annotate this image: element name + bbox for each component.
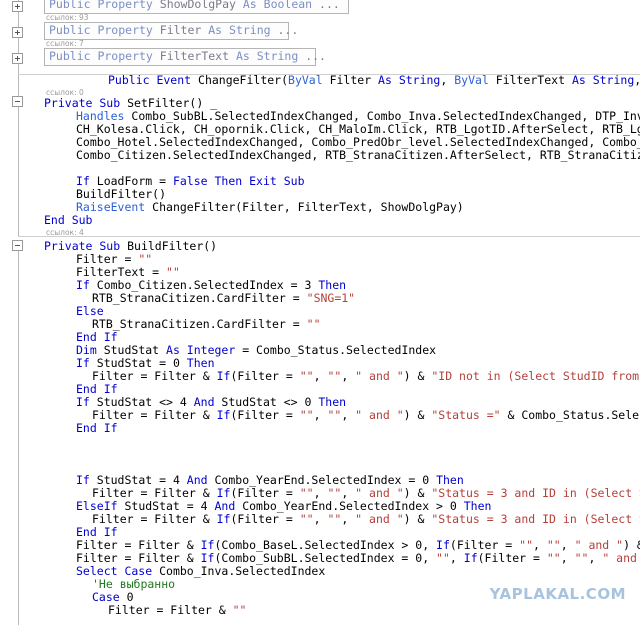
expand-region-icon[interactable]	[12, 53, 23, 64]
code-surface[interactable]: Public Property ShowDolgPay As Boolean .…	[18, 0, 640, 625]
code-lens-reference-count[interactable]: ссылок: 4	[46, 228, 84, 237]
code-line[interactable]: Filter = Filter & If(Filter = "", "", " …	[92, 513, 640, 526]
code-line[interactable]: RTB_StranaCitizen.CardFilter = "SNG=1"	[92, 292, 355, 305]
collapse-region-icon[interactable]	[12, 96, 23, 107]
code-lens-reference-count[interactable]: ссылок: 7	[46, 39, 84, 48]
gutter-guide-line	[18, 240, 19, 625]
expand-region-icon[interactable]	[12, 1, 23, 12]
collapsed-region-box[interactable]: Public Property Filter As String ...	[44, 22, 298, 40]
code-line[interactable]: Combo_Citizen.SelectedIndexChanged, RTB_…	[76, 149, 640, 162]
code-line[interactable]: Filter = Filter & If(Filter = "", "", " …	[92, 370, 640, 383]
code-line[interactable]: Public Event ChangeFilter(ByVal Filter A…	[108, 74, 640, 87]
code-line[interactable]: RaiseEvent ChangeFilter(Filter, FilterTe…	[76, 201, 464, 214]
collapse-region-icon[interactable]	[12, 240, 23, 251]
member-separator	[18, 236, 640, 237]
code-line[interactable]: End Sub	[44, 214, 92, 227]
code-lens-reference-count[interactable]: ссылок: 93	[46, 13, 89, 22]
gutter-guide-line	[18, 0, 19, 96]
code-line[interactable]: Filter = Filter & If(Filter = "", "", " …	[92, 409, 640, 422]
collapsed-region-box[interactable]: Public Property FilterText As String ...	[44, 48, 326, 66]
gutter-guide-line	[18, 96, 19, 236]
editor-gutter	[0, 0, 40, 625]
watermark: YAPLAKAL.COM	[489, 585, 626, 603]
expand-region-icon[interactable]	[12, 27, 23, 38]
code-editor[interactable]: Public Property ShowDolgPay As Boolean .…	[0, 0, 640, 625]
code-line[interactable]: End If	[76, 422, 118, 435]
code-line[interactable]: RTB_StranaCitizen.CardFilter = ""	[92, 318, 321, 331]
code-line[interactable]: Filter = Filter & ""	[108, 604, 246, 617]
collapsed-region-box[interactable]: Public Property ShowDolgPay As Boolean .…	[44, 0, 349, 14]
